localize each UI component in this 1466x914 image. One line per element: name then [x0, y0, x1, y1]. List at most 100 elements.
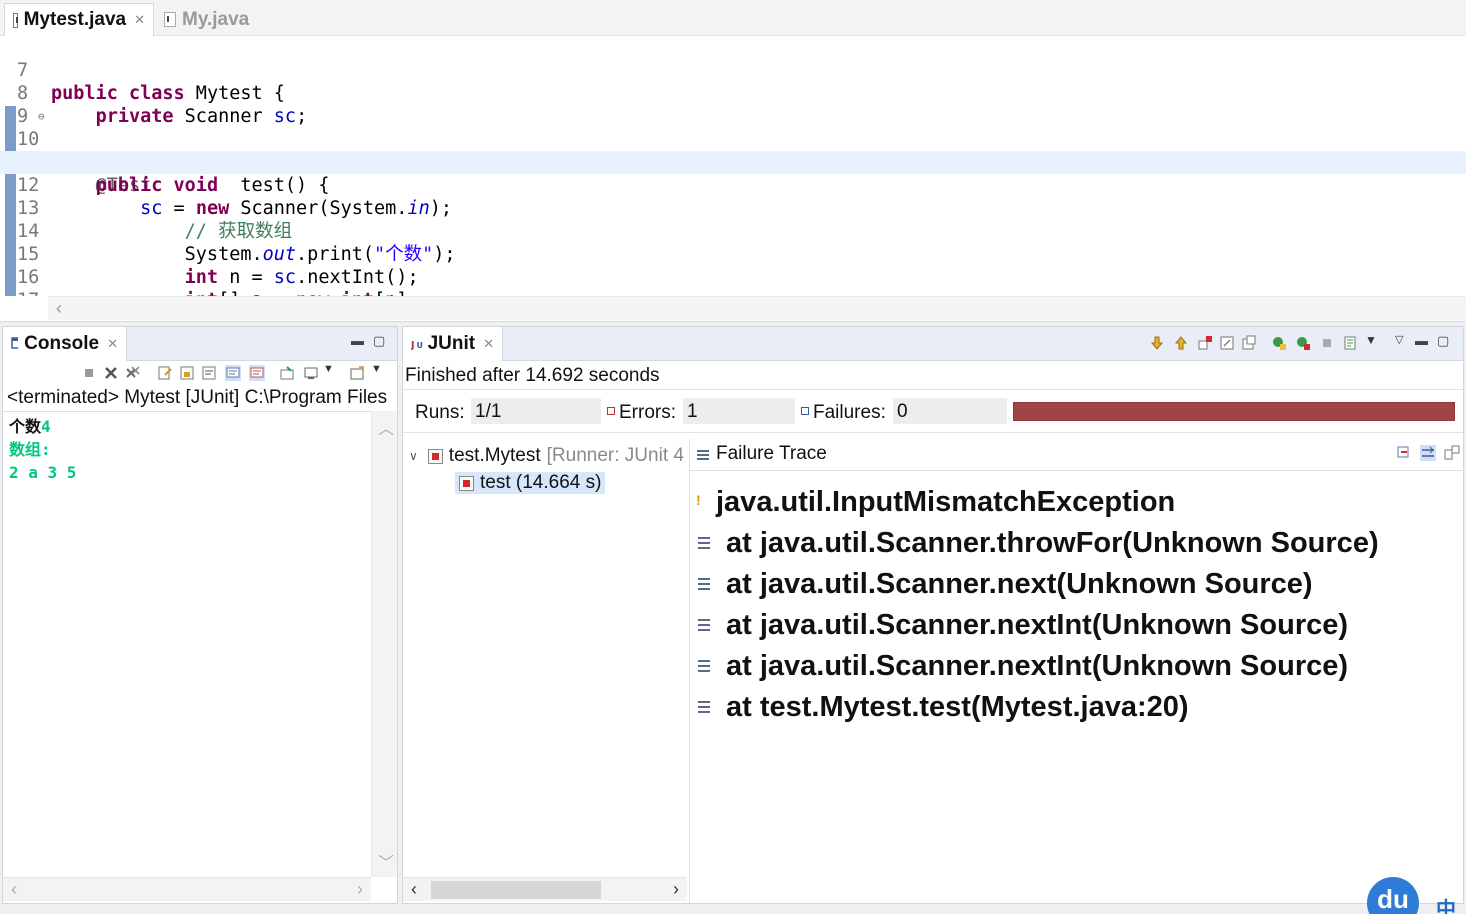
trace-frame-line[interactable]: at java.util.Scanner.next(Unknown Source…: [690, 565, 1313, 603]
junit-view: JU JUnit ✕ ▼ ▽ ▬ ▢ Finished after 14.692…: [402, 326, 1464, 904]
chevron-down-icon[interactable]: ▼: [1365, 333, 1381, 349]
chevron-down-icon[interactable]: ▼: [323, 363, 339, 379]
view-menu-icon[interactable]: ▽: [1395, 333, 1403, 346]
tree-horizontal-scrollbar[interactable]: ‹ ›: [403, 877, 687, 901]
trace-text: at java.util.Scanner.next(Unknown Source…: [726, 567, 1313, 600]
junit-title: JUnit: [427, 333, 476, 354]
close-icon[interactable]: ✕: [107, 336, 118, 352]
code-line: 17 // 接收数据: [0, 266, 1466, 296]
scroll-up-icon[interactable]: ︿: [378, 415, 394, 439]
console-vertical-scrollbar[interactable]: ︿ ﹀: [371, 411, 397, 877]
history-icon[interactable]: [1241, 335, 1257, 351]
tab-console[interactable]: Console ✕: [3, 327, 127, 361]
svg-text:J: J: [411, 340, 415, 351]
scroll-lock-icon[interactable]: [179, 365, 195, 381]
trace-text: at java.util.Scanner.nextInt(Unknown Sou…: [726, 608, 1349, 641]
terminate-icon[interactable]: [81, 365, 97, 381]
rerun-test-icon[interactable]: [1271, 335, 1287, 351]
tab-junit[interactable]: JU JUnit ✕: [403, 327, 503, 361]
trace-frame-line[interactable]: at java.util.Scanner.nextInt(Unknown Sou…: [690, 647, 1348, 685]
rerun-failures-first-icon[interactable]: [1295, 335, 1311, 351]
ime-chinese-indicator[interactable]: 中: [1436, 893, 1456, 914]
clear-console-icon[interactable]: [157, 365, 173, 381]
show-failures-only-icon[interactable]: [1197, 335, 1213, 351]
code-line: 14 System.out.print("个数");: [0, 197, 1466, 265]
scrollbar-thumb[interactable]: [431, 881, 601, 899]
output-text: 数组:: [9, 440, 51, 459]
output-line: 2 a 3 5: [9, 462, 76, 484]
junit-counters: Runs: 1/1 Errors: 1 Failures: 0: [403, 389, 1463, 433]
pin-console-icon[interactable]: [279, 365, 295, 381]
output-input: 4: [41, 417, 51, 436]
word-wrap-icon[interactable]: [201, 365, 217, 381]
chevron-down-icon[interactable]: ∨: [409, 449, 418, 463]
tab-label: My.java: [182, 8, 250, 30]
show-on-stdout-icon[interactable]: [225, 365, 241, 381]
previous-failure-icon[interactable]: [1173, 335, 1189, 351]
test-suite-node[interactable]: ∨ test.Mytest [Runner: JUnit 4: [409, 443, 684, 469]
maximize-icon[interactable]: ▢: [373, 333, 385, 349]
scroll-lock-icon[interactable]: [1219, 335, 1235, 351]
console-output[interactable]: 个数4 数组: 2 a 3 5: [3, 411, 371, 877]
failures-label: Failures:: [813, 402, 886, 423]
view-menu-icon[interactable]: ▼: [371, 363, 387, 379]
editor-tab-bar: Mytest.java ✕ My.java: [0, 0, 1466, 36]
failure-trace-pane: Failure Trace ! java.util.InputMismatchE…: [689, 439, 1464, 903]
show-on-stderr-icon[interactable]: [249, 365, 265, 381]
stop-test-icon[interactable]: [1319, 335, 1335, 351]
close-icon[interactable]: ✕: [483, 336, 494, 352]
display-console-icon[interactable]: [303, 365, 319, 381]
minimize-icon[interactable]: ▬: [1415, 333, 1428, 348]
test-error-icon: [459, 475, 474, 491]
errors-label: Errors:: [619, 402, 676, 423]
close-icon[interactable]: ✕: [134, 12, 145, 28]
editor-horizontal-scrollbar[interactable]: ‹: [48, 296, 1466, 320]
tab-label: Mytest.java: [23, 9, 127, 30]
code-text: int[] a = new int[n];: [51, 289, 419, 296]
console-horizontal-scrollbar[interactable]: ‹ ›: [3, 877, 371, 901]
trace-text: at test.Mytest.test(Mytest.java:20): [726, 690, 1189, 723]
console-toolbar: ▼ ▼: [3, 361, 397, 387]
minimize-icon[interactable]: ▬: [351, 333, 364, 348]
code-line-current: 12 sc = new Scanner(System.in);: [0, 151, 1466, 219]
compare-results-icon[interactable]: [1396, 445, 1412, 461]
trace-frame-line[interactable]: at test.Mytest.test(Mytest.java:20): [690, 688, 1189, 726]
console-header: Console ✕ ▬ ▢: [3, 327, 397, 361]
suite-runner: [Runner: JUnit 4: [546, 445, 684, 466]
trace-frame-line[interactable]: at java.util.Scanner.nextInt(Unknown Sou…: [690, 606, 1348, 644]
tab-mytest-java[interactable]: Mytest.java ✕: [4, 3, 154, 36]
error-icon: [607, 407, 615, 415]
test-run-history-icon[interactable]: [1343, 335, 1359, 351]
selected-test-case[interactable]: test (14.664 s): [455, 472, 606, 494]
next-failure-icon[interactable]: [1149, 335, 1165, 351]
stack-trace-icon: [697, 450, 709, 460]
suite-error-icon: [427, 448, 443, 464]
scroll-right-icon[interactable]: ›: [673, 879, 679, 900]
stack-frame-icon: [698, 660, 710, 672]
maximize-icon[interactable]: ▢: [1437, 333, 1449, 349]
remove-launch-icon[interactable]: [103, 365, 119, 381]
output-prompt: 个数: [9, 417, 42, 436]
trace-frame-line[interactable]: at java.util.Scanner.throwFor(Unknown So…: [690, 524, 1379, 562]
scroll-right-icon[interactable]: ›: [357, 879, 363, 900]
scroll-left-icon[interactable]: ‹: [11, 879, 17, 900]
filter-stack-trace-icon[interactable]: [1420, 445, 1436, 461]
trace-exception-line[interactable]: ! java.util.InputMismatchException: [690, 483, 1175, 521]
stack-frame-icon: [698, 701, 710, 713]
test-case-node[interactable]: test (14.664 s): [455, 470, 606, 496]
code-area[interactable]: 7 public class Mytest { 8 private Scanne…: [0, 36, 1466, 296]
scroll-left-icon[interactable]: ‹: [411, 879, 417, 900]
junit-header: JU JUnit ✕ ▼ ▽ ▬ ▢: [403, 327, 1463, 361]
copy-trace-icon[interactable]: [1444, 445, 1460, 461]
output-line: 数组:: [9, 439, 51, 461]
line-number: 17: [17, 289, 43, 296]
remove-all-terminated-icon[interactable]: [125, 365, 141, 381]
code-line: 8 private Scanner sc;: [0, 59, 1466, 127]
scroll-down-icon[interactable]: ﹀: [378, 849, 394, 873]
tab-my-java[interactable]: My.java: [156, 3, 266, 36]
open-console-icon[interactable]: [349, 365, 365, 381]
scroll-left-icon[interactable]: ‹: [56, 298, 62, 319]
fold-collapse-icon[interactable]: ⊖: [38, 105, 45, 128]
trace-text: at java.util.Scanner.throwFor(Unknown So…: [726, 526, 1379, 559]
test-tree[interactable]: ∨ test.Mytest [Runner: JUnit 4 test (14.…: [403, 439, 687, 879]
